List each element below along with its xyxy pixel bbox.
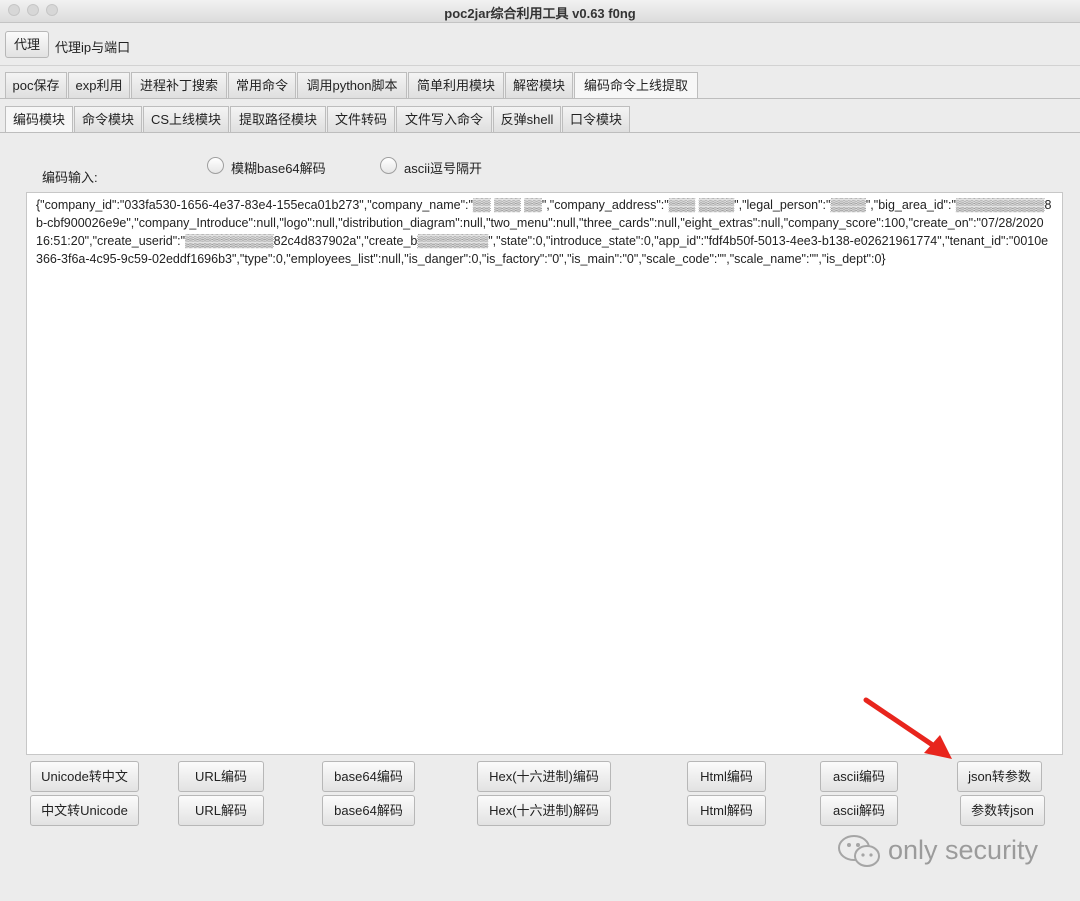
proxy-label: 代理ip与端口 [55, 40, 131, 55]
html-decode-button[interactable]: Html解码 [687, 795, 766, 826]
subtab-extract-path[interactable]: 提取路径模块 [230, 106, 326, 133]
sub-tab-divider [0, 132, 1080, 133]
tab-process-patch-search[interactable]: 进程补丁搜索 [131, 72, 227, 99]
tab-exp[interactable]: exp利用 [68, 72, 130, 99]
base64-decode-button[interactable]: base64解码 [322, 795, 415, 826]
wechat-icon [838, 835, 880, 867]
tab-poc-save[interactable]: poc保存 [5, 72, 67, 99]
radio-fuzzy-base64[interactable] [207, 157, 224, 174]
hex-decode-button[interactable]: Hex(十六进制)解码 [477, 795, 611, 826]
proxy-bar: 代理 代理ip与端口 [0, 23, 1080, 66]
arrow-icon [863, 697, 952, 759]
subtab-encode[interactable]: 编码模块 [5, 106, 73, 133]
url-encode-button[interactable]: URL编码 [178, 761, 264, 792]
subtab-password[interactable]: 口令模块 [562, 106, 630, 133]
radio-ascii-comma[interactable] [380, 157, 397, 174]
unicode-to-chinese-button[interactable]: Unicode转中文 [30, 761, 139, 792]
ascii-encode-button[interactable]: ascii编码 [820, 761, 898, 792]
encode-input-label: 编码输入: [42, 170, 98, 185]
html-encode-button[interactable]: Html编码 [687, 761, 766, 792]
json-to-param-button[interactable]: json转参数 [957, 761, 1042, 792]
window-title: poc2jar综合利用工具 v0.63 f0ng [444, 6, 636, 21]
param-to-json-button[interactable]: 参数转json [960, 795, 1045, 826]
subtab-file-transcode[interactable]: 文件转码 [327, 106, 395, 133]
ascii-decode-button[interactable]: ascii解码 [820, 795, 898, 826]
subtab-cs-online[interactable]: CS上线模块 [143, 106, 229, 133]
radio-fuzzy-base64-label: 模糊base64解码 [231, 161, 326, 176]
chinese-to-unicode-button[interactable]: 中文转Unicode [30, 795, 139, 826]
encode-input-textarea[interactable]: {"company_id":"033fa530-1656-4e37-83e4-1… [26, 192, 1063, 755]
hex-encode-button[interactable]: Hex(十六进制)编码 [477, 761, 611, 792]
tab-python-script[interactable]: 调用python脚本 [297, 72, 407, 99]
watermark-text: only security [888, 835, 1039, 865]
tab-simple-exploit[interactable]: 简单利用模块 [408, 72, 504, 99]
url-decode-button[interactable]: URL解码 [178, 795, 264, 826]
subtab-file-write-command[interactable]: 文件写入命令 [396, 106, 492, 133]
window-titlebar: poc2jar综合利用工具 v0.63 f0ng [0, 0, 1080, 23]
tab-common-commands[interactable]: 常用命令 [228, 72, 296, 99]
tab-encode-command-extract[interactable]: 编码命令上线提取 [574, 72, 698, 99]
subtab-command[interactable]: 命令模块 [74, 106, 142, 133]
main-tab-divider [0, 98, 1080, 99]
base64-encode-button[interactable]: base64编码 [322, 761, 415, 792]
subtab-reverse-shell[interactable]: 反弹shell [493, 106, 561, 133]
proxy-button[interactable]: 代理 [5, 31, 49, 58]
tab-decrypt[interactable]: 解密模块 [505, 72, 573, 99]
radio-ascii-comma-label: ascii逗号隔开 [404, 161, 483, 176]
